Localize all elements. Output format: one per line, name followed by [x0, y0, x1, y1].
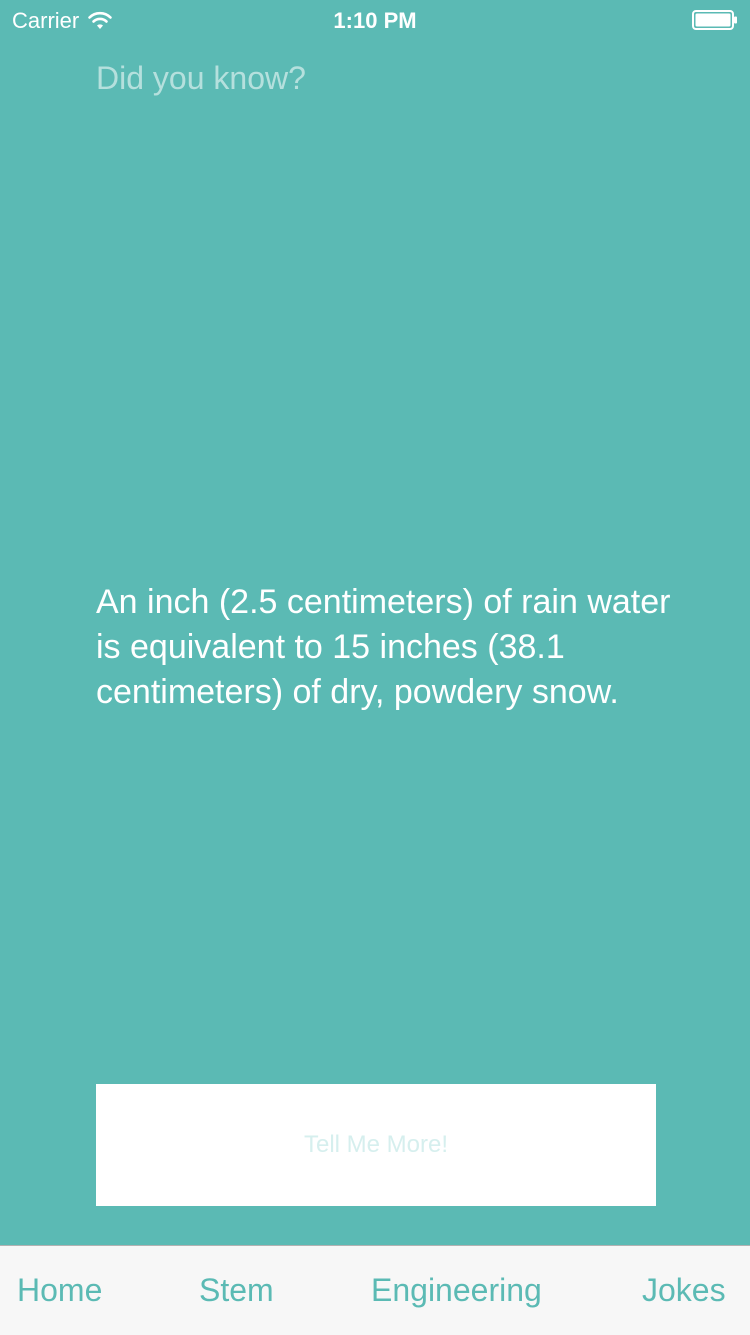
tab-jokes[interactable]: Jokes: [642, 1272, 726, 1309]
tab-stem[interactable]: Stem: [199, 1272, 274, 1309]
tell-me-more-label: Tell Me More!: [303, 1131, 449, 1158]
fact-text: An inch (2.5 centimeters) of rain water …: [96, 583, 671, 711]
tab-bar: Home Stem Engineering Jokes: [0, 1245, 750, 1335]
status-time: 1:10 PM: [333, 8, 417, 33]
status-bar: Carrier 1:10 PM: [0, 0, 750, 40]
tell-me-more-button[interactable]: Tell Me More!: [96, 1084, 656, 1206]
tab-home[interactable]: Home: [17, 1272, 102, 1309]
battery-icon: [692, 10, 737, 30]
did-you-know-heading: Did you know?: [96, 60, 306, 96]
tab-engineering[interactable]: Engineering: [371, 1272, 542, 1309]
